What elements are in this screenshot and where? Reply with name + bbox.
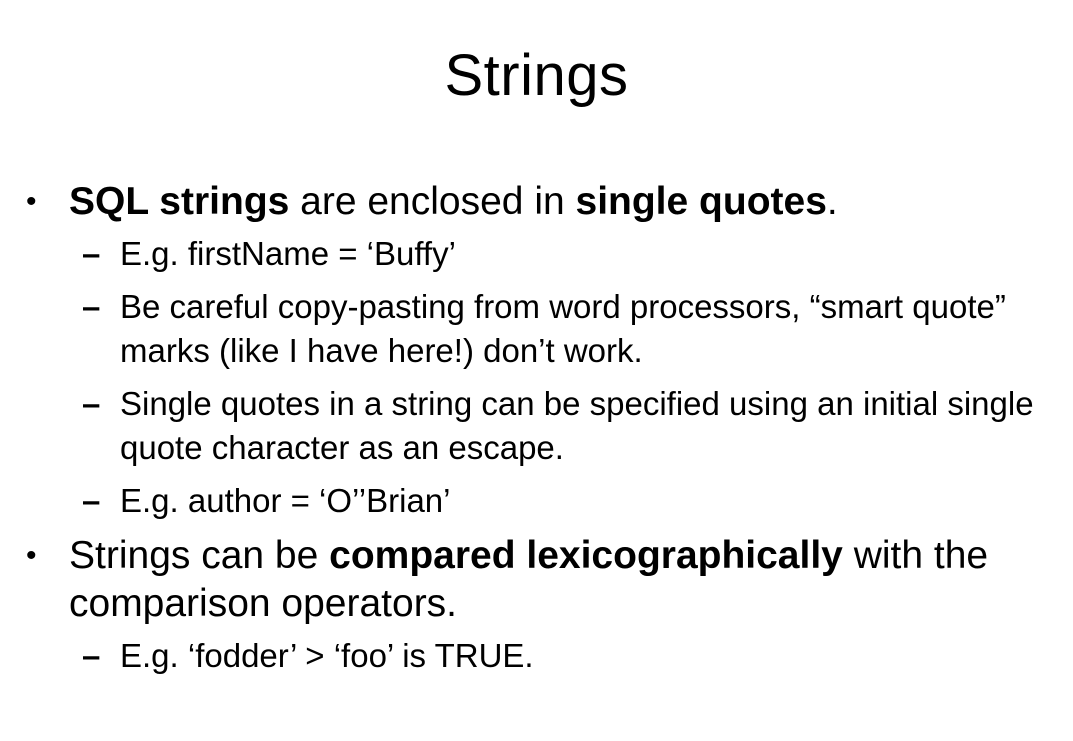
sub-list: – E.g. firstName = ‘Buffy’ – Be careful … <box>24 232 1054 523</box>
sub-bullet-item: – E.g. author = ‘O’’Brian’ <box>24 479 1054 523</box>
dash-icon: – <box>82 288 101 325</box>
bullet-icon: • <box>26 539 37 572</box>
sub-bullet-item: – E.g. ‘fodder’ > ‘foo’ is TRUE. <box>24 634 1054 678</box>
bullet-item: • Strings can be compared lexicographica… <box>24 532 1054 628</box>
sub-bullet-text: E.g. author = ‘O’’Brian’ <box>120 482 451 519</box>
bullet-icon: • <box>26 185 37 218</box>
bullet-text: are enclosed in <box>289 180 576 223</box>
bullet-text: Strings can be <box>69 534 330 577</box>
bullet-text-bold: SQL strings <box>69 180 290 223</box>
bullet-text-bold: single quotes <box>575 180 827 223</box>
dash-icon: – <box>82 235 101 272</box>
sub-bullet-text: Single quotes in a string can be specifi… <box>120 385 1034 466</box>
bullet-text: . <box>826 180 838 223</box>
bullet-item: • SQL strings are enclosed in single quo… <box>24 178 1054 226</box>
sub-bullet-text: Be careful copy-pasting from word proces… <box>120 288 1006 369</box>
sub-bullet-item: – E.g. firstName = ‘Buffy’ <box>24 232 1054 276</box>
slide-content: • SQL strings are enclosed in single quo… <box>24 178 1054 687</box>
sub-bullet-text: E.g. ‘fodder’ > ‘foo’ is TRUE. <box>120 637 534 674</box>
sub-bullet-text: E.g. firstName = ‘Buffy’ <box>120 235 456 272</box>
dash-icon: – <box>82 637 101 674</box>
slide-title: Strings <box>444 43 629 108</box>
sub-list: – E.g. ‘fodder’ > ‘foo’ is TRUE. <box>24 634 1054 678</box>
sub-bullet-item: – Be careful copy-pasting from word proc… <box>24 285 1054 373</box>
bullet-text-bold: compared lexicographically <box>329 534 843 577</box>
sub-bullet-item: – Single quotes in a string can be speci… <box>24 382 1054 470</box>
slide: Strings • SQL strings are enclosed in si… <box>0 0 1073 741</box>
dash-icon: – <box>82 482 101 519</box>
dash-icon: – <box>82 385 101 422</box>
